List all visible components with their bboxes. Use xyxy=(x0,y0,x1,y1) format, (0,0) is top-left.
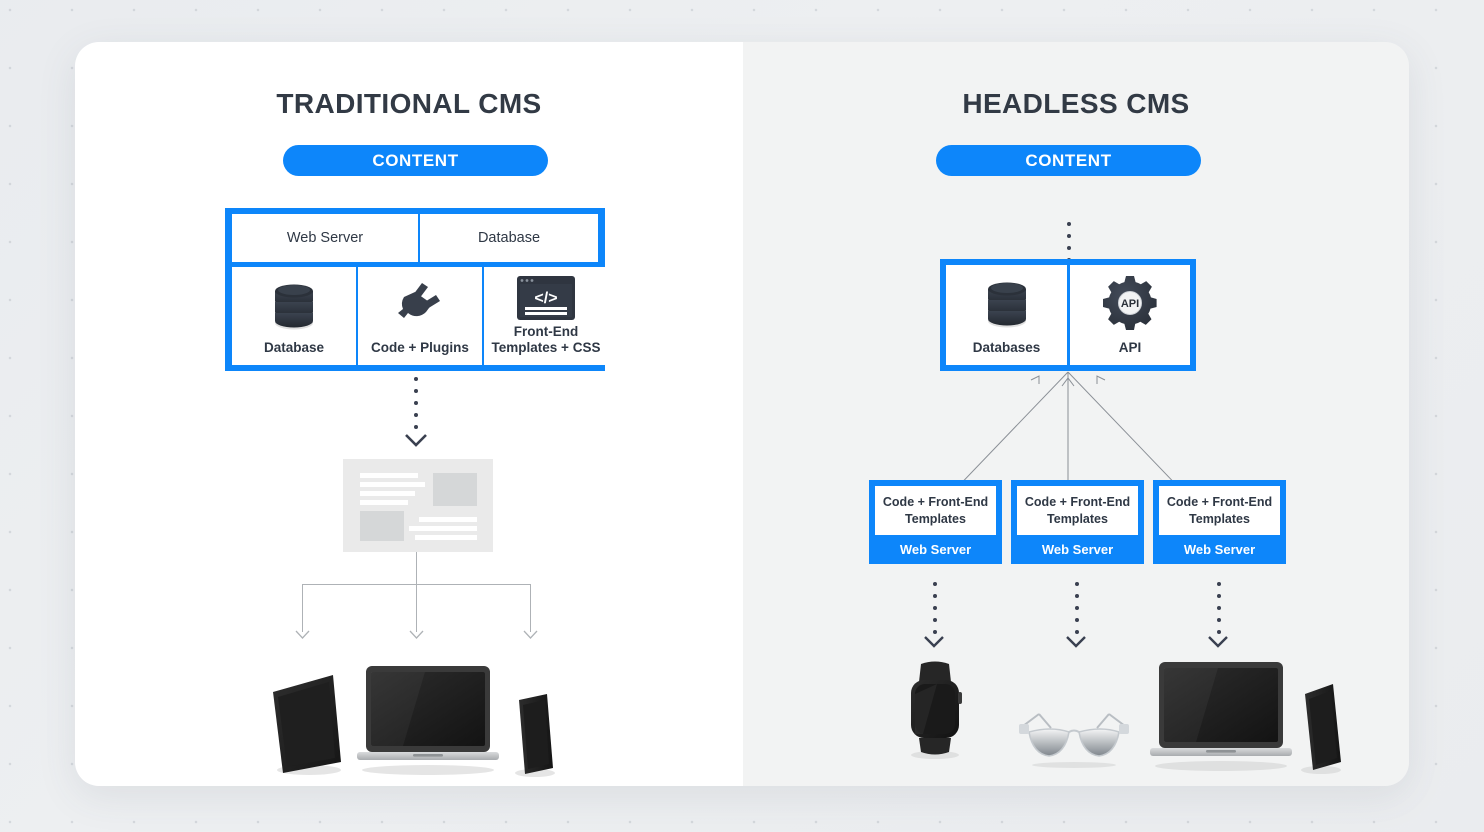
database-icon xyxy=(984,277,1030,336)
connector-ws1-to-device xyxy=(933,582,938,642)
web-server-label: Web Server xyxy=(1041,541,1114,557)
chevron-down-icon xyxy=(523,630,545,643)
gear-api-icon: API xyxy=(1102,275,1158,336)
chevron-down-icon xyxy=(295,630,317,643)
web-server-card-title: Code + Front-End Templates xyxy=(1017,486,1138,535)
chevron-down-icon xyxy=(1208,636,1230,649)
svg-text:API: API xyxy=(1121,298,1139,310)
headless-tile-api[interactable]: API API xyxy=(1070,265,1190,365)
device-laptop xyxy=(1148,660,1294,777)
ws-title-line2: Templates xyxy=(905,511,966,526)
ws-title-line1: Code + Front-End xyxy=(1024,495,1131,510)
web-server-card-title: Code + Front-End Templates xyxy=(1159,486,1280,535)
web-server-label: Web Server xyxy=(1183,541,1256,557)
connector-ws3-to-device xyxy=(1217,582,1222,642)
diagram-card: TRADITIONAL CMS CONTENT Web Server Datab… xyxy=(75,42,1409,786)
web-server-card-title: Code + Front-End Templates xyxy=(875,486,996,535)
tile-caption: Databases xyxy=(972,339,1041,355)
ws-title-line1: Code + Front-End xyxy=(882,495,989,510)
headless-web-server-2[interactable]: Code + Front-End Templates Web Server xyxy=(1011,480,1144,564)
chevron-down-icon xyxy=(409,630,431,643)
chevron-down-icon xyxy=(924,636,946,649)
headless-web-server-3[interactable]: Code + Front-End Templates Web Server xyxy=(1153,480,1286,564)
headless-web-server-1[interactable]: Code + Front-End Templates Web Server xyxy=(869,480,1002,564)
ws-title-line2: Templates xyxy=(1047,511,1108,526)
ws-title-line1: Code + Front-End xyxy=(1166,495,1273,510)
headless-title: HEADLESS CMS xyxy=(962,88,1190,119)
device-laptop xyxy=(355,664,501,781)
headless-content-pill[interactable]: CONTENT xyxy=(936,145,1201,176)
device-smart-glasses xyxy=(1011,710,1137,773)
connector-ws2-to-device xyxy=(1075,582,1080,642)
device-tablet xyxy=(265,672,347,781)
chevron-down-icon xyxy=(1066,636,1088,649)
web-server-label: Web Server xyxy=(899,541,972,557)
tile-caption: API xyxy=(1118,339,1142,355)
headless-cms-panel: HEADLESS CMS CONTENT Databases API API C… xyxy=(743,42,1409,786)
device-smartphone xyxy=(507,692,563,783)
traditional-cms-panel: TRADITIONAL CMS CONTENT Web Server Datab… xyxy=(75,42,743,786)
headless-tile-databases[interactable]: Databases xyxy=(946,265,1067,365)
device-smartphone xyxy=(1293,682,1349,779)
ws-title-line2: Templates xyxy=(1189,511,1250,526)
device-smartwatch xyxy=(899,660,971,765)
